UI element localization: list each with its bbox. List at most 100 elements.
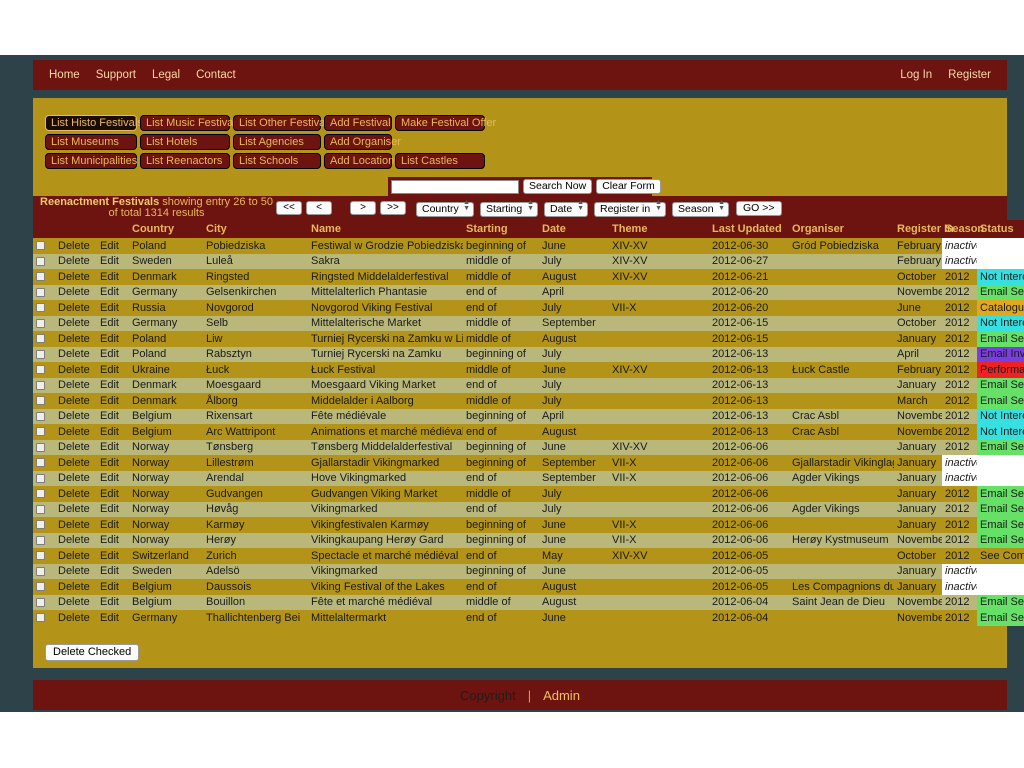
edit-link[interactable]: Edit [97,470,129,486]
row-checkbox[interactable] [36,256,45,266]
module-button-list-municipalities[interactable]: List Municipalities [45,153,137,169]
row-checkbox[interactable] [36,380,45,390]
row-checkbox[interactable] [36,365,45,375]
row-checkbox[interactable] [36,334,45,344]
search-now-button[interactable]: Search Now [523,179,593,194]
row-checkbox[interactable] [36,551,45,561]
row-checkbox[interactable] [36,520,45,530]
delete-link[interactable]: Delete [55,501,97,517]
delete-link[interactable]: Delete [55,331,97,347]
edit-link[interactable]: Edit [97,548,129,564]
delete-link[interactable]: Delete [55,486,97,502]
delete-link[interactable]: Delete [55,362,97,378]
delete-link[interactable]: Delete [55,563,97,579]
edit-link[interactable]: Edit [97,269,129,285]
nav-register[interactable]: Register [948,69,991,81]
row-checkbox[interactable] [36,287,45,297]
row-checkbox[interactable] [36,411,45,421]
nav-contact[interactable]: Contact [196,69,236,81]
search-input[interactable] [391,179,519,194]
edit-link[interactable]: Edit [97,331,129,347]
module-button-list-agencies[interactable]: List Agencies [233,134,321,150]
edit-link[interactable]: Edit [97,532,129,548]
go-button[interactable]: GO >> [736,200,782,216]
row-checkbox[interactable] [36,613,45,623]
module-button-list-reenactors[interactable]: List Reenactors [140,153,230,169]
edit-link[interactable]: Edit [97,455,129,471]
nav-support[interactable]: Support [96,69,136,81]
delete-link[interactable]: Delete [55,594,97,610]
row-checkbox[interactable] [36,458,45,468]
row-checkbox[interactable] [36,489,45,499]
row-checkbox[interactable] [36,566,45,576]
edit-link[interactable]: Edit [97,362,129,378]
delete-link[interactable]: Delete [55,470,97,486]
row-checkbox[interactable] [36,349,45,359]
delete-link[interactable]: Delete [55,253,97,269]
delete-link[interactable]: Delete [55,315,97,331]
edit-link[interactable]: Edit [97,517,129,533]
delete-link[interactable]: Delete [55,238,97,254]
delete-link[interactable]: Delete [55,377,97,393]
page-first-button[interactable]: << [276,201,302,215]
nav-legal[interactable]: Legal [152,69,180,81]
delete-link[interactable]: Delete [55,517,97,533]
module-button-add-festival[interactable]: Add Festival [324,115,392,131]
module-button-make-festival-offer[interactable]: Make Festival Offer [395,115,496,131]
country-filter[interactable]: Country [416,202,474,217]
edit-link[interactable]: Edit [97,393,129,409]
delete-link[interactable]: Delete [55,393,97,409]
row-checkbox[interactable] [36,241,45,251]
delete-link[interactable]: Delete [55,610,97,626]
register-in-filter[interactable]: Register in [594,202,666,217]
row-checkbox[interactable] [36,442,45,452]
edit-link[interactable]: Edit [97,439,129,455]
edit-link[interactable]: Edit [97,424,129,440]
edit-link[interactable]: Edit [97,501,129,517]
edit-link[interactable]: Edit [97,253,129,269]
nav-login[interactable]: Log In [900,69,932,81]
edit-link[interactable]: Edit [97,486,129,502]
module-button-list-music-festivals[interactable]: List Music Festivals [140,115,241,131]
edit-link[interactable]: Edit [97,346,129,362]
edit-link[interactable]: Edit [97,377,129,393]
row-checkbox[interactable] [36,504,45,514]
season-filter[interactable]: Season [672,202,729,217]
row-checkbox[interactable] [36,272,45,282]
module-button-add-organiser[interactable]: Add Organiser [324,134,401,150]
delete-link[interactable]: Delete [55,408,97,424]
module-button-list-schools[interactable]: List Schools [233,153,321,169]
module-button-list-museums[interactable]: List Museums [45,134,137,150]
edit-link[interactable]: Edit [97,315,129,331]
clear-form-button[interactable]: Clear Form [596,179,661,194]
page-next-button[interactable]: > [350,201,376,215]
module-button-list-hotels[interactable]: List Hotels [140,134,230,150]
delete-link[interactable]: Delete [55,284,97,300]
starting-filter[interactable]: Starting [480,202,538,217]
delete-link[interactable]: Delete [55,424,97,440]
delete-link[interactable]: Delete [55,455,97,471]
module-button-list-histo-festivals[interactable]: List Histo Festivals [45,115,143,131]
row-checkbox[interactable] [36,473,45,483]
delete-checked-button[interactable]: Delete Checked [45,644,140,661]
module-button-list-other-festivals[interactable]: List Other Festivals [233,115,333,131]
edit-link[interactable]: Edit [97,284,129,300]
delete-link[interactable]: Delete [55,346,97,362]
admin-link[interactable]: Admin [543,688,580,703]
page-prev-button[interactable]: < [306,201,332,215]
row-checkbox[interactable] [36,535,45,545]
delete-link[interactable]: Delete [55,300,97,316]
row-checkbox[interactable] [36,396,45,406]
delete-link[interactable]: Delete [55,269,97,285]
row-checkbox[interactable] [36,582,45,592]
delete-link[interactable]: Delete [55,439,97,455]
page-last-button[interactable]: >> [380,201,406,215]
row-checkbox[interactable] [36,427,45,437]
module-button-add-location[interactable]: Add Location [324,153,394,169]
edit-link[interactable]: Edit [97,408,129,424]
delete-link[interactable]: Delete [55,548,97,564]
date-filter[interactable]: Date [544,202,588,217]
edit-link[interactable]: Edit [97,300,129,316]
module-button-list-castles[interactable]: List Castles [395,153,485,169]
row-checkbox[interactable] [36,597,45,607]
